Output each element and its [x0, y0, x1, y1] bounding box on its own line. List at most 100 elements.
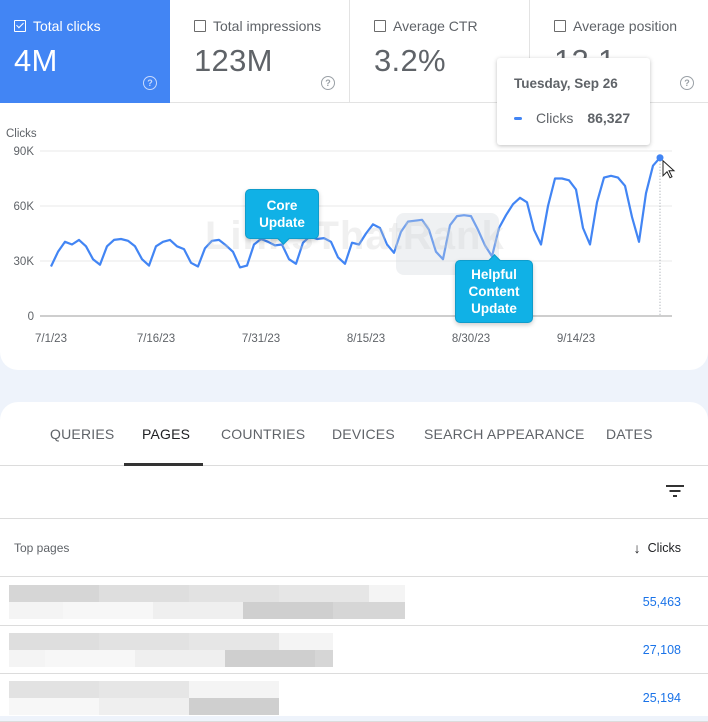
active-tab-indicator [124, 463, 203, 466]
redaction-pixel [117, 602, 135, 619]
redaction-pixel [135, 698, 153, 715]
clicks-value: 25,194 [642, 691, 681, 705]
filter-row [0, 467, 708, 519]
annotation-text: Helpful Content Update [468, 267, 520, 316]
redaction-pixel [315, 650, 333, 667]
redaction-pixel [261, 585, 279, 602]
tab-countries[interactable]: COUNTRIES [221, 426, 305, 442]
redaction-pixel [9, 633, 27, 650]
redaction-pixel [225, 633, 243, 650]
redaction-pixel [45, 650, 63, 667]
y-tick-label: 60K [14, 201, 35, 213]
tab-pages[interactable]: PAGES [142, 426, 190, 442]
column-header-top-pages: Top pages [14, 541, 70, 555]
redaction-pixel [207, 633, 225, 650]
redaction-pixel [117, 585, 135, 602]
series-swatch-icon [514, 116, 522, 120]
redaction-pixel [153, 602, 171, 619]
help-icon[interactable]: ? [143, 76, 157, 90]
x-tick-label: 7/31/23 [242, 333, 280, 345]
redaction-pixel [99, 681, 117, 698]
redaction-pixel [99, 698, 117, 715]
redaction-pixel [135, 602, 153, 619]
redaction-pixel [81, 681, 99, 698]
y-tick-label: 30K [14, 256, 35, 268]
redaction-pixel [315, 602, 333, 619]
table-header: Top pages ↓ Clicks [0, 520, 708, 577]
redaction-pixel [63, 633, 81, 650]
redaction-pixel [9, 681, 27, 698]
redaction-pixel [99, 585, 117, 602]
redaction-pixel [153, 698, 171, 715]
redaction-pixel [45, 633, 63, 650]
redaction-pixel [99, 633, 117, 650]
table-row[interactable]: 27,108 [0, 626, 708, 674]
table-panel: QUERIES PAGES COUNTRIES DEVICES SEARCH A… [0, 402, 708, 722]
redaction-pixel [189, 698, 207, 715]
tooltip-series: Clicks [536, 110, 574, 126]
checkbox-icon[interactable] [554, 20, 566, 32]
tab-devices[interactable]: DEVICES [332, 426, 395, 442]
metric-card-total-clicks[interactable]: Total clicks 4M ? [0, 0, 170, 103]
checkbox-checked-icon[interactable] [14, 20, 26, 32]
redaction-pixel [189, 681, 207, 698]
redaction-pixel [207, 602, 225, 619]
tab-queries[interactable]: QUERIES [50, 426, 114, 442]
performance-panel: Total clicks 4M ? Total impressions 123M… [0, 0, 708, 370]
redaction-pixel [63, 585, 81, 602]
redaction-pixel [27, 650, 45, 667]
redaction-pixel [117, 681, 135, 698]
redaction-pixel [279, 585, 297, 602]
tooltip-value: 86,327 [587, 110, 631, 126]
redaction-pixel [225, 585, 243, 602]
checkbox-icon[interactable] [194, 20, 206, 32]
highlight-point [656, 154, 664, 162]
redaction-pixel [45, 602, 63, 619]
redaction-pixel [189, 602, 207, 619]
redaction-pixel [153, 681, 171, 698]
column-header-clicks[interactable]: ↓ Clicks [634, 540, 681, 556]
redaction-pixel [81, 602, 99, 619]
checkbox-icon[interactable] [374, 20, 386, 32]
redaction-pixel [189, 585, 207, 602]
chart-tooltip: Tuesday, Sep 26 Clicks 86,327 [497, 58, 650, 145]
tab-search-appearance[interactable]: SEARCH APPEARANCE [424, 426, 585, 442]
redaction-pixel [81, 585, 99, 602]
help-icon[interactable]: ? [321, 76, 335, 90]
redaction-pixel [369, 585, 387, 602]
redaction-pixel [279, 633, 297, 650]
redaction-pixel [117, 698, 135, 715]
metric-card-total-impressions[interactable]: Total impressions 123M ? [170, 0, 350, 103]
sort-arrow-down-icon: ↓ [633, 540, 641, 556]
help-icon[interactable]: ? [680, 76, 694, 90]
clicks-value: 55,463 [642, 595, 681, 609]
redaction-pixel [261, 633, 279, 650]
filter-icon[interactable] [666, 484, 684, 498]
redaction-pixel [99, 650, 117, 667]
redaction-pixel [297, 650, 315, 667]
redaction-pixel [279, 650, 297, 667]
table-row[interactable]: 55,463 [0, 578, 708, 626]
redaction-pixel [315, 585, 333, 602]
redacted-page-url [9, 633, 339, 667]
redaction-pixel [81, 633, 99, 650]
redaction-pixel [135, 585, 153, 602]
redaction-pixel [261, 698, 279, 715]
y-axis-label: Clicks [6, 128, 37, 140]
redaction-pixel [243, 602, 261, 619]
redaction-pixel [99, 602, 117, 619]
redaction-pixel [297, 633, 315, 650]
clicks-value: 27,108 [642, 643, 681, 657]
redaction-pixel [135, 650, 153, 667]
redaction-pixel [171, 650, 189, 667]
redaction-pixel [315, 633, 333, 650]
redaction-pixel [333, 602, 351, 619]
redacted-page-url [9, 681, 279, 715]
tab-dates[interactable]: DATES [606, 426, 653, 442]
redaction-pixel [243, 698, 261, 715]
redaction-pixel [261, 602, 279, 619]
redaction-pixel [351, 585, 369, 602]
table-row[interactable]: 25,194 [0, 674, 708, 722]
annotation-helpful-content-update: Helpful Content Update [455, 260, 533, 323]
redaction-pixel [225, 650, 243, 667]
